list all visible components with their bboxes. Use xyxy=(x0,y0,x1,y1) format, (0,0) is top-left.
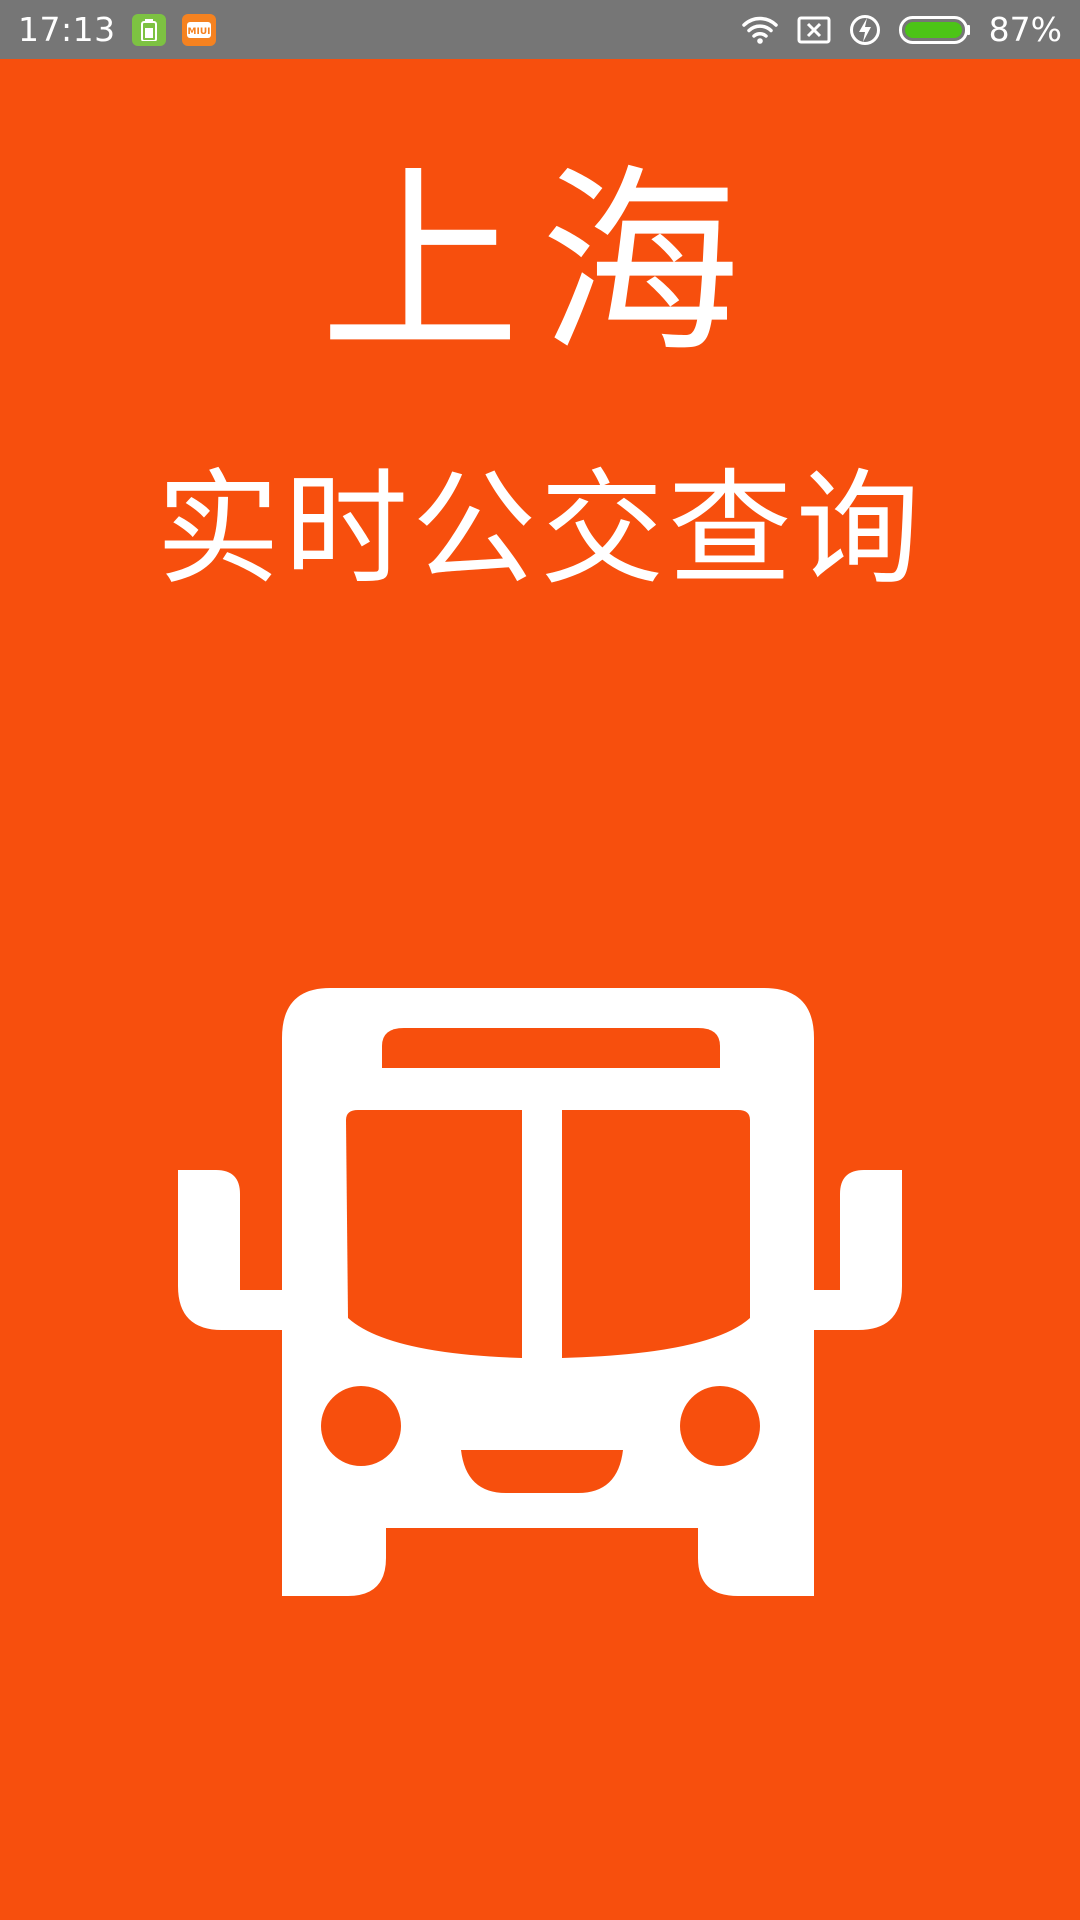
wifi-icon xyxy=(741,15,779,45)
status-right-group: 87% xyxy=(741,10,1062,49)
status-bar: 17:13 MIUI 87% xyxy=(0,0,1080,59)
miui-notification-icon: MIUI xyxy=(181,13,216,46)
left-headlight xyxy=(321,1386,401,1466)
windshield-right xyxy=(562,1110,750,1358)
grille xyxy=(461,1450,623,1493)
splash-screen: 17:13 MIUI 87% 上海 实时公交查询 xyxy=(0,0,1080,1920)
left-mirror xyxy=(178,1170,288,1330)
battery-icon xyxy=(898,15,971,44)
city-title: 上海 xyxy=(319,148,760,381)
bus-icon xyxy=(178,988,902,1596)
app-subtitle: 实时公交查询 xyxy=(155,458,924,602)
svg-text:MIUI: MIUI xyxy=(187,27,210,37)
no-sim-icon xyxy=(797,16,831,44)
battery-percent: 87% xyxy=(988,10,1062,49)
route-display xyxy=(382,1028,720,1068)
right-headlight xyxy=(680,1386,760,1466)
battery-notification-icon xyxy=(131,13,166,46)
status-time: 17:13 xyxy=(18,10,116,49)
charging-icon xyxy=(849,14,881,46)
windshield-left xyxy=(346,1110,522,1358)
